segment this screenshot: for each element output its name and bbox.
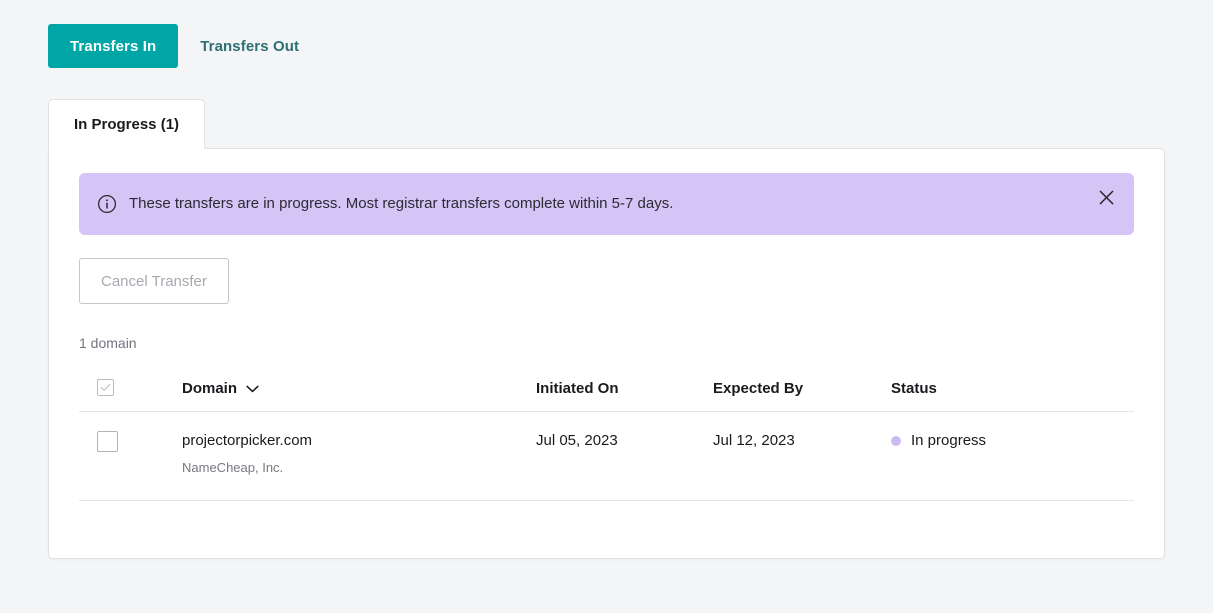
- header-cell-status: Status: [891, 380, 1134, 397]
- domain-registrar: NameCheap, Inc.: [182, 459, 536, 476]
- column-header-status: Status: [891, 380, 1134, 397]
- info-banner-message: These transfers are in progress. Most re…: [129, 194, 1084, 214]
- info-circle-icon: [97, 194, 117, 214]
- header-cell-domain: Domain: [182, 380, 536, 397]
- transfers-panel: In Progress (1) These transfers are in p…: [48, 99, 1165, 559]
- chevron-down-icon: [246, 380, 259, 397]
- row-cell-select: [79, 431, 182, 452]
- row-select-checkbox[interactable]: [97, 431, 118, 452]
- tab-transfers-out-label: Transfers Out: [200, 38, 299, 55]
- row-cell-initiated-on: Jul 05, 2023: [536, 431, 713, 451]
- tab-in-progress-label: In Progress (1): [74, 116, 179, 133]
- status-label: In progress: [911, 431, 986, 451]
- tab-transfers-out[interactable]: Transfers Out: [178, 24, 321, 68]
- row-cell-status: In progress: [891, 431, 1134, 451]
- column-header-expected-by-label: Expected By: [713, 380, 803, 397]
- cancel-transfer-button[interactable]: Cancel Transfer: [79, 258, 229, 304]
- domain-name[interactable]: projectorpicker.com: [182, 431, 536, 451]
- column-header-initiated-on-label: Initiated On: [536, 380, 619, 397]
- select-all-checkbox[interactable]: [97, 379, 114, 396]
- column-header-domain[interactable]: Domain: [182, 380, 536, 397]
- column-header-expected-by: Expected By: [713, 380, 891, 397]
- transfers-table: Domain Initiated On Exp: [79, 365, 1134, 501]
- header-cell-select: [79, 380, 182, 396]
- info-banner: These transfers are in progress. Most re…: [79, 173, 1134, 235]
- column-header-domain-label: Domain: [182, 380, 237, 397]
- column-header-initiated-on: Initiated On: [536, 380, 713, 397]
- header-cell-expected-by: Expected By: [713, 380, 891, 397]
- cancel-transfer-label: Cancel Transfer: [101, 273, 207, 290]
- status-dot-icon: [891, 436, 901, 446]
- expected-by-value: Jul 12, 2023: [713, 431, 891, 451]
- table-header-row: Domain Initiated On Exp: [79, 365, 1134, 411]
- in-progress-card: These transfers are in progress. Most re…: [48, 148, 1165, 559]
- row-cell-expected-by: Jul 12, 2023: [713, 431, 891, 451]
- tab-transfers-in-label: Transfers In: [70, 38, 156, 55]
- column-header-status-label: Status: [891, 380, 937, 397]
- tab-transfers-in[interactable]: Transfers In: [48, 24, 178, 68]
- close-icon[interactable]: [1094, 185, 1118, 209]
- status-badge: In progress: [891, 431, 1134, 451]
- header-cell-initiated-on: Initiated On: [536, 380, 713, 397]
- table-row: projectorpicker.com NameCheap, Inc. Jul …: [79, 411, 1134, 501]
- tab-in-progress[interactable]: In Progress (1): [48, 99, 205, 149]
- transfers-tabbar: Transfers In Transfers Out: [48, 24, 321, 68]
- domain-count-label: 1 domain: [79, 335, 137, 351]
- row-cell-domain: projectorpicker.com NameCheap, Inc.: [182, 431, 536, 476]
- initiated-on-value: Jul 05, 2023: [536, 431, 713, 451]
- panel-tabbar: In Progress (1): [48, 99, 1165, 149]
